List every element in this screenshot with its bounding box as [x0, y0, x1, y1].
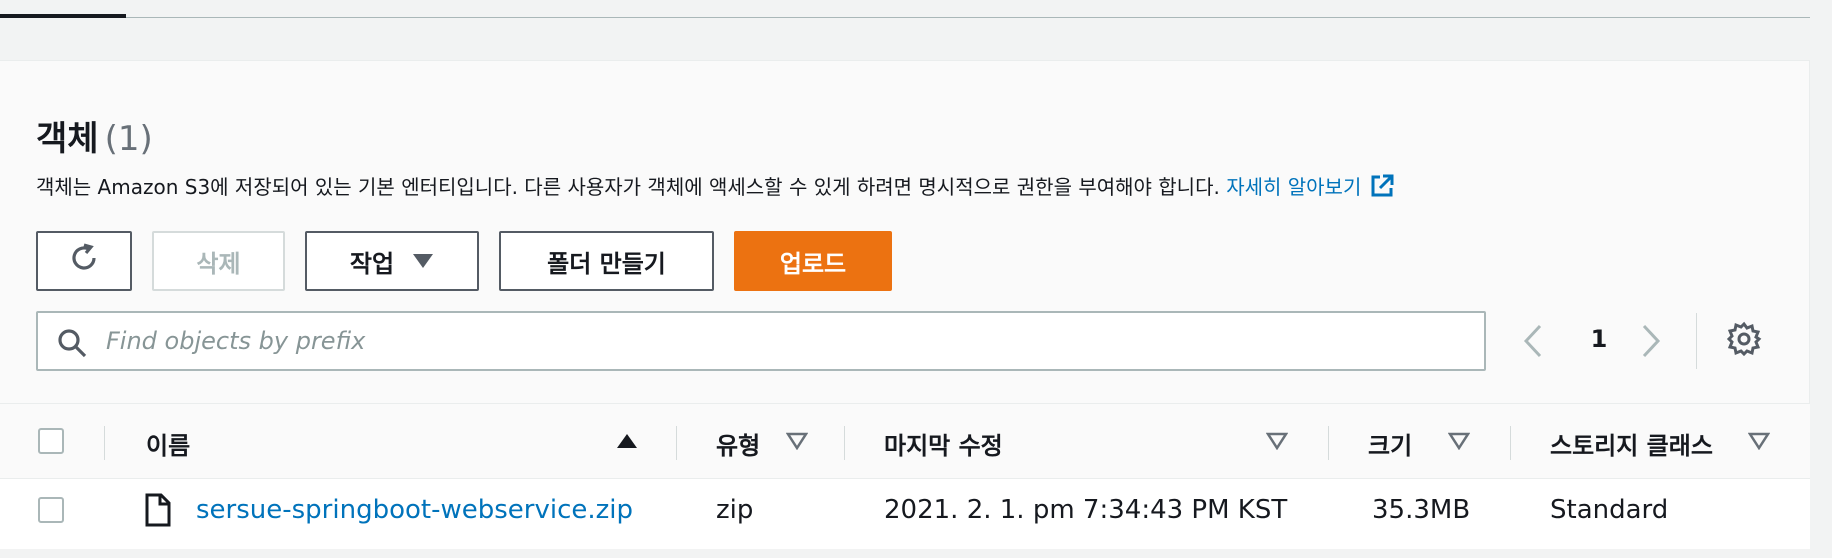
tab-divider — [126, 17, 1810, 18]
sort-toggle-icon[interactable] — [1447, 432, 1471, 454]
gear-icon[interactable] — [1726, 321, 1762, 361]
table-row: sersue-springboot-webservice.zip zip 202… — [0, 479, 1810, 549]
sort-toggle-icon[interactable] — [1265, 432, 1289, 454]
refresh-icon — [67, 241, 101, 281]
description-text: 객체는 Amazon S3에 저장되어 있는 기본 엔터티입니다. 다른 사용자… — [36, 175, 1220, 199]
next-page-icon[interactable] — [1640, 323, 1662, 363]
caret-down-icon — [412, 247, 434, 275]
object-last-modified: 2021. 2. 1. pm 7:34:43 PM KST — [884, 495, 1288, 525]
object-storage-class: Standard — [1550, 495, 1669, 525]
column-separator — [1328, 426, 1329, 460]
learn-more-label: 자세히 알아보기 — [1226, 175, 1362, 199]
search-icon — [56, 327, 88, 363]
sort-toggle-icon[interactable] — [1747, 432, 1771, 454]
create-folder-button[interactable]: 폴더 만들기 — [499, 231, 714, 291]
objects-title: 객체 — [36, 119, 99, 159]
pager-divider — [1696, 313, 1697, 369]
object-name-link[interactable]: sersue-springboot-webservice.zip — [196, 495, 633, 525]
actions-dropdown-button[interactable]: 작업 — [305, 231, 479, 291]
row-checkbox[interactable] — [38, 497, 64, 523]
table-header: 이름 유형 마지막 수정 크기 스토리지 클래스 — [0, 403, 1810, 479]
sort-toggle-icon[interactable] — [785, 432, 809, 454]
file-icon — [144, 493, 172, 531]
column-header-type[interactable]: 유형 — [716, 426, 760, 461]
current-page-number[interactable]: 1 — [1584, 325, 1614, 353]
objects-panel: 객체 (1) 객체는 Amazon S3에 저장되어 있는 기본 엔터티입니다. … — [0, 60, 1810, 549]
column-separator — [104, 426, 105, 460]
column-header-size[interactable]: 크기 — [1368, 426, 1412, 461]
search-box — [36, 311, 1486, 371]
sort-ascending-icon[interactable] — [616, 432, 638, 454]
external-link-icon — [1369, 173, 1395, 204]
object-size: 35.3MB — [1372, 495, 1471, 525]
column-separator — [676, 426, 677, 460]
column-header-name[interactable]: 이름 — [146, 426, 190, 461]
column-header-last-modified[interactable]: 마지막 수정 — [884, 426, 1003, 461]
actions-label: 작업 — [349, 249, 395, 278]
upload-button[interactable]: 업로드 — [734, 231, 892, 291]
object-type: zip — [716, 495, 754, 525]
search-input[interactable] — [106, 321, 1466, 361]
learn-more-link[interactable]: 자세히 알아보기 — [1226, 174, 1395, 199]
column-header-storage-class[interactable]: 스토리지 클래스 — [1550, 426, 1713, 461]
active-tab-indicator — [0, 14, 126, 18]
refresh-button[interactable] — [36, 231, 132, 291]
objects-description: 객체는 Amazon S3에 저장되어 있는 기본 엔터티입니다. 다른 사용자… — [36, 171, 1395, 204]
select-all-checkbox[interactable] — [38, 428, 64, 454]
tab-strip — [0, 0, 1832, 60]
delete-button[interactable]: 삭제 — [152, 231, 285, 291]
page-title: 객체 (1) — [36, 111, 153, 160]
column-separator — [844, 426, 845, 460]
objects-count: (1) — [104, 119, 153, 159]
column-separator — [1510, 426, 1511, 460]
previous-page-icon[interactable] — [1522, 323, 1544, 363]
